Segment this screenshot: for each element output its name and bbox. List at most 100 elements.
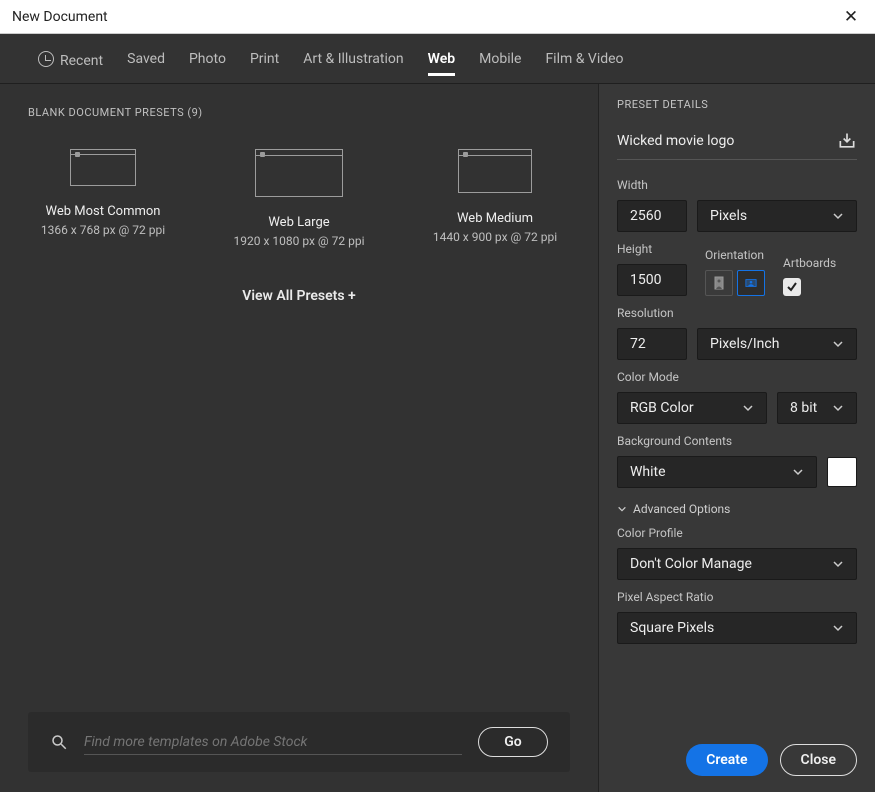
width-input[interactable]: 2560 [617, 200, 687, 232]
background-label: Background Contents [617, 434, 857, 448]
close-button[interactable]: Close [780, 744, 857, 776]
chevron-down-icon [792, 466, 804, 478]
resolution-input[interactable]: 72 [617, 328, 687, 360]
preset-tile-icon [255, 149, 343, 197]
chevron-down-icon [832, 210, 844, 222]
tab-label: Saved [127, 51, 165, 67]
chevron-down-icon [832, 402, 844, 414]
height-orient-row: Height 1500 Orientation [617, 242, 857, 296]
color-mode-select[interactable]: RGB Color [617, 392, 767, 424]
width-label: Width [617, 178, 857, 192]
chevron-down-icon [832, 622, 844, 634]
color-depth-value: 8 bit [790, 400, 817, 416]
preset-tile-icon [70, 149, 136, 186]
save-preset-icon[interactable] [837, 131, 857, 151]
artboards-checkbox[interactable] [783, 278, 801, 296]
width-unit-select[interactable]: Pixels [697, 200, 857, 232]
tab-label: Mobile [479, 51, 521, 67]
resolution-block: Resolution 72 Pixels/Inch [617, 306, 857, 360]
color-depth-select[interactable]: 8 bit [777, 392, 857, 424]
template-search-input[interactable] [84, 730, 462, 755]
tab-print[interactable]: Print [250, 37, 279, 81]
tab-label: Art & Illustration [303, 51, 403, 67]
preset-details-panel: PRESET DETAILS Wicked movie logo Width 2… [598, 84, 875, 792]
resolution-label: Resolution [617, 306, 857, 320]
tab-film-video[interactable]: Film & Video [545, 37, 623, 81]
background-select[interactable]: White [617, 456, 817, 488]
preset-details-title: PRESET DETAILS [617, 98, 857, 111]
create-button[interactable]: Create [686, 744, 767, 776]
color-profile-label: Color Profile [617, 526, 857, 540]
color-mode-block: Color Mode RGB Color 8 bit [617, 370, 857, 424]
color-mode-label: Color Mode [617, 370, 857, 384]
chevron-down-icon [742, 402, 754, 414]
width-unit-value: Pixels [710, 208, 747, 224]
chevron-down-icon [832, 558, 844, 570]
preset-web-most-common[interactable]: Web Most Common 1366 x 768 px @ 72 ppi [28, 149, 178, 248]
orientation-label: Orientation [705, 248, 765, 262]
pixel-aspect-value: Square Pixels [630, 620, 714, 636]
tab-recent[interactable]: Recent [38, 35, 103, 83]
artboards-label: Artboards [783, 256, 836, 270]
preset-name: Web Large [224, 215, 374, 230]
tab-mobile[interactable]: Mobile [479, 37, 521, 81]
tab-label: Print [250, 51, 279, 67]
view-all-presets-button[interactable]: View All Presets + [28, 288, 570, 304]
color-profile-value: Don't Color Manage [630, 556, 752, 572]
check-icon [786, 281, 798, 293]
preset-dimensions: 1366 x 768 px @ 72 ppi [28, 223, 178, 237]
search-icon [50, 733, 68, 751]
preset-name: Web Medium [420, 211, 570, 226]
presets-upper: BLANK DOCUMENT PRESETS (9) Web Most Comm… [28, 106, 570, 304]
template-search-bar: Go [28, 712, 570, 772]
color-profile-select[interactable]: Don't Color Manage [617, 548, 857, 580]
advanced-options-label: Advanced Options [633, 502, 730, 516]
pixel-aspect-block: Pixel Aspect Ratio Square Pixels [617, 590, 857, 644]
new-document-window: New Document ✕ Recent Saved Photo Print … [0, 0, 875, 792]
background-block: Background Contents White [617, 434, 857, 488]
tab-art-illustration[interactable]: Art & Illustration [303, 37, 403, 81]
width-block: Width 2560 Pixels [617, 178, 857, 232]
height-label: Height [617, 242, 687, 256]
app-body: Recent Saved Photo Print Art & Illustrat… [0, 34, 875, 792]
tab-photo[interactable]: Photo [189, 37, 226, 81]
resolution-unit-select[interactable]: Pixels/Inch [697, 328, 857, 360]
tab-web[interactable]: Web [428, 37, 456, 81]
preset-dimensions: 1920 x 1080 px @ 72 ppi [224, 234, 374, 248]
close-icon[interactable]: ✕ [839, 5, 863, 29]
tab-label: Photo [189, 51, 226, 67]
preset-web-large[interactable]: Web Large 1920 x 1080 px @ 72 ppi [224, 149, 374, 248]
document-name-input[interactable]: Wicked movie logo [617, 133, 837, 149]
background-value: White [630, 464, 666, 480]
preset-tile-icon [458, 149, 532, 193]
chevron-down-icon [617, 504, 627, 514]
advanced-options-toggle[interactable]: Advanced Options [617, 502, 857, 516]
pixel-aspect-select[interactable]: Square Pixels [617, 612, 857, 644]
tab-saved[interactable]: Saved [127, 37, 165, 81]
preset-web-medium[interactable]: Web Medium 1440 x 900 px @ 72 ppi [420, 149, 570, 248]
document-name-row: Wicked movie logo [617, 127, 857, 160]
window-title: New Document [12, 9, 108, 25]
orientation-portrait-button[interactable] [705, 270, 733, 296]
color-mode-value: RGB Color [630, 400, 694, 416]
preset-dimensions: 1440 x 900 px @ 72 ppi [420, 230, 570, 244]
preset-name: Web Most Common [28, 204, 178, 219]
background-color-swatch[interactable] [827, 457, 857, 487]
orientation-landscape-button[interactable] [737, 270, 765, 296]
clock-icon [38, 51, 54, 67]
chevron-down-icon [832, 338, 844, 350]
presets-panel: BLANK DOCUMENT PRESETS (9) Web Most Comm… [0, 84, 598, 792]
presets-row: Web Most Common 1366 x 768 px @ 72 ppi W… [28, 149, 570, 248]
tab-label: Recent [60, 53, 103, 69]
titlebar: New Document ✕ [0, 0, 875, 34]
color-profile-block: Color Profile Don't Color Manage [617, 526, 857, 580]
main-split: BLANK DOCUMENT PRESETS (9) Web Most Comm… [0, 84, 875, 792]
pixel-aspect-label: Pixel Aspect Ratio [617, 590, 857, 604]
category-tabs: Recent Saved Photo Print Art & Illustrat… [0, 34, 875, 84]
go-button[interactable]: Go [478, 727, 548, 757]
height-input[interactable]: 1500 [617, 264, 687, 296]
portrait-icon [713, 276, 725, 290]
landscape-icon [745, 276, 757, 290]
tab-label: Film & Video [545, 51, 623, 67]
footer-buttons: Create Close [617, 730, 857, 776]
